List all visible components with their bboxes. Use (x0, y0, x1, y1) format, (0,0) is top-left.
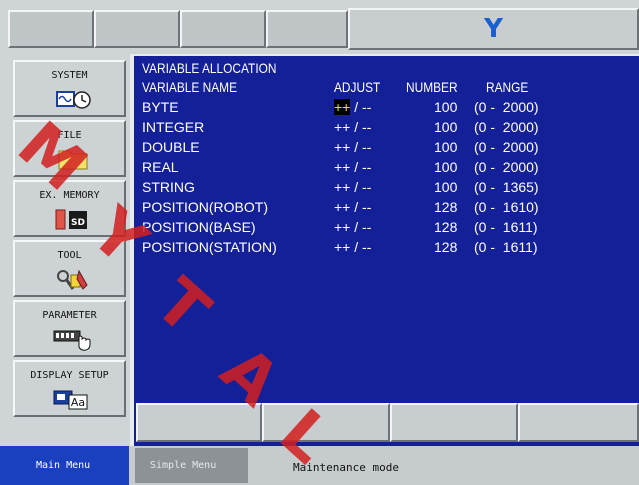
row-name: BYTE (142, 99, 179, 115)
system-icon (56, 91, 91, 109)
sidebar-item-label: DISPLAY SETUP (30, 370, 109, 381)
sidebar-item-label: SYSTEM (51, 70, 88, 81)
logo-text: Y (484, 14, 503, 44)
row-adjust[interactable]: ++ / -- (334, 238, 371, 256)
column-header-name: VARIABLE NAME (142, 79, 238, 95)
row-number: 100 (434, 159, 458, 175)
sidebar-item-file[interactable]: FILE (13, 120, 126, 177)
row-name: DOUBLE (142, 139, 200, 155)
svg-text:SD: SD (71, 218, 85, 228)
row-name: STRING (142, 179, 195, 195)
row-range: (0 - 2000) (474, 99, 539, 115)
row-number: 100 (434, 99, 458, 115)
sidebar-item-label: FILE (57, 130, 82, 141)
svg-text:Aa: Aa (71, 396, 85, 409)
row-adjust[interactable]: ++ / -- (334, 118, 371, 136)
row-adjust[interactable]: ++ / -- (334, 198, 371, 216)
folder-icon (58, 150, 88, 170)
row-name: INTEGER (142, 119, 205, 135)
function-key-4[interactable] (518, 403, 639, 442)
column-header-number: NUMBER (406, 79, 458, 95)
row-number: 128 (434, 199, 458, 215)
row-name: POSITION(BASE) (142, 219, 256, 235)
mode-indicator: Maintenance mode (293, 461, 399, 474)
parameter-icon (53, 330, 91, 351)
sidebar-item-system[interactable]: SYSTEM (13, 60, 126, 117)
row-range: (0 - 2000) (474, 159, 539, 175)
sd-card-icon: SD (55, 209, 87, 230)
top-toolbar: Y (0, 0, 639, 54)
row-name: POSITION(ROBOT) (142, 199, 268, 215)
row-number: 100 (434, 119, 458, 135)
simple-menu-label: Simple Menu (150, 460, 217, 471)
toolbar-slot-2[interactable] (94, 10, 180, 48)
sidebar-item-parameter[interactable]: PARAMETER (13, 300, 126, 357)
row-range: (0 - 1611) (474, 219, 538, 235)
column-header-range: RANGE (486, 79, 529, 95)
function-key-1[interactable] (136, 403, 262, 442)
sidebar-item-label: EX. MEMORY (39, 190, 100, 201)
column-header-adjust: ADJUST (334, 79, 381, 95)
row-number: 128 (434, 219, 458, 235)
adjust-cursor[interactable]: ++ (334, 99, 351, 115)
main-menu-button[interactable]: Main Menu (0, 446, 129, 485)
sidebar-item-tool[interactable]: TOOL (13, 240, 126, 297)
row-number: 128 (434, 239, 458, 255)
row-adjust[interactable]: ++ / -- (334, 178, 371, 196)
toolbar-slot-1[interactable] (8, 10, 94, 48)
row-name: REAL (142, 159, 179, 175)
row-range: (0 - 2000) (474, 139, 539, 155)
row-range: (0 - 1611) (474, 239, 538, 255)
variable-allocation-panel: VARIABLE ALLOCATION VARIABLE NAME ADJUST… (130, 54, 639, 401)
row-range: (0 - 2000) (474, 119, 539, 135)
row-name: POSITION(STATION) (142, 239, 277, 255)
sidebar-item-ex-memory[interactable]: EX. MEMORY SD (13, 180, 126, 237)
display-setup-icon: Aa (53, 390, 88, 410)
row-range: (0 - 1365) (474, 179, 539, 195)
function-key-2[interactable] (262, 403, 390, 442)
main-menu-label: Main Menu (36, 460, 91, 471)
row-adjust[interactable]: ++ / -- (334, 98, 371, 116)
sidebar-item-label: TOOL (57, 250, 82, 261)
row-number: 100 (434, 139, 458, 155)
row-range: (0 - 1610) (474, 199, 539, 215)
sidebar-item-label: PARAMETER (42, 310, 97, 321)
simple-menu-button[interactable]: Simple Menu (135, 448, 248, 483)
page-title: VARIABLE ALLOCATION (142, 60, 277, 76)
toolbar-slot-3[interactable] (180, 10, 266, 48)
sidebar-item-display-setup[interactable]: DISPLAY SETUP Aa (13, 360, 126, 417)
toolbar-slot-4[interactable] (266, 10, 348, 48)
tool-icon (57, 269, 88, 290)
row-adjust[interactable]: ++ / -- (334, 138, 371, 156)
row-number: 100 (434, 179, 458, 195)
function-key-3[interactable] (390, 403, 518, 442)
row-adjust[interactable]: ++ / -- (334, 158, 371, 176)
row-adjust[interactable]: ++ / -- (334, 218, 371, 236)
sidebar: SYSTEM FILE EX. MEMORY SD TOOL PARAMETER… (0, 54, 130, 446)
function-key-row (130, 401, 639, 446)
logo-cell: Y (348, 8, 639, 50)
